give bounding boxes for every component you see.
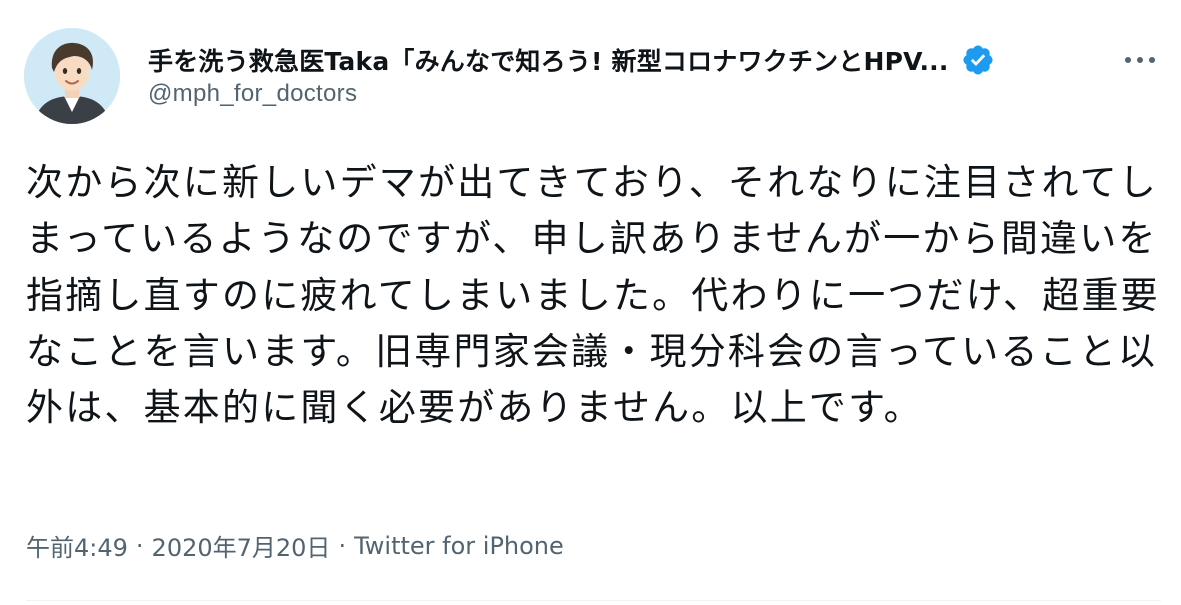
tweet-card: 手を洗う救急医Taka「みんなで知ろう! 新型コロナワクチンとHPV... @m… xyxy=(0,0,1181,605)
divider xyxy=(26,600,1161,601)
tweet-date[interactable]: 2020年7月20日 xyxy=(152,528,331,563)
avatar-illustration xyxy=(24,28,120,124)
author-name-row: 手を洗う救急医Taka「みんなで知ろう! 新型コロナワクチンとHPV... xyxy=(148,40,1088,80)
tweet-text: 次から次に新しいデマが出てきており、それなりに注目されてしまっているようなのです… xyxy=(26,161,1160,430)
meta-separator: · xyxy=(135,531,144,560)
tweet-metadata: 午前4:49 · 2020年7月20日 · Twitter for iPhone xyxy=(26,528,564,563)
avatar[interactable] xyxy=(24,28,120,124)
verified-badge-icon xyxy=(961,43,995,77)
more-options-icon[interactable] xyxy=(1120,50,1160,70)
author-handle[interactable]: @mph_for_doctors xyxy=(148,80,357,108)
tweet-source[interactable]: Twitter for iPhone xyxy=(354,532,564,560)
meta-separator: · xyxy=(338,531,347,560)
display-name[interactable]: 手を洗う救急医Taka「みんなで知ろう! 新型コロナワクチンとHPV... xyxy=(148,42,949,78)
tweet-time[interactable]: 午前4:49 xyxy=(26,528,128,563)
